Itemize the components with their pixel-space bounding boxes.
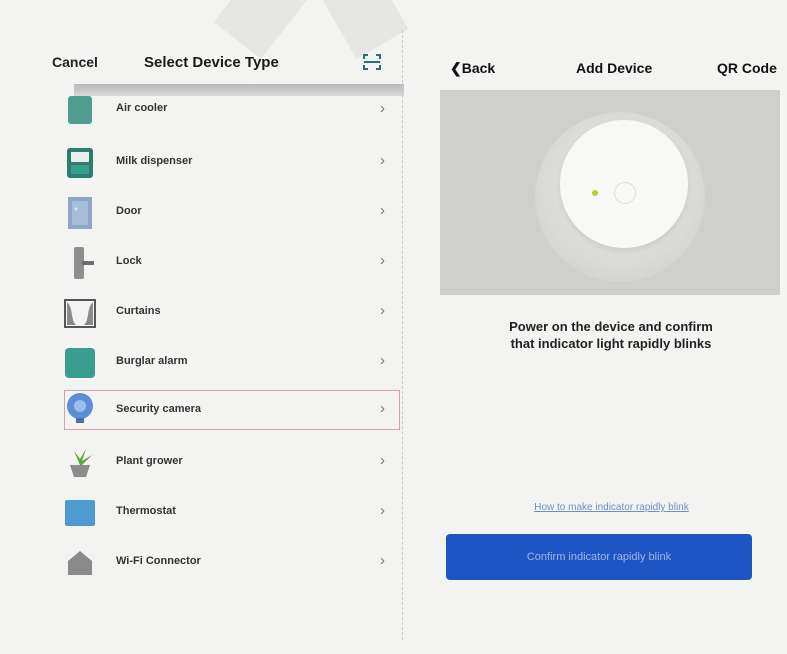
add-device-screen: ❮Back Add Device QR Code Power on the de…: [436, 40, 787, 640]
list-item[interactable]: Plant grower ›: [58, 438, 402, 488]
device-type-list: Air cooler › Milk dispenser › Door › Loc…: [58, 96, 402, 588]
plant-grower-icon: [70, 449, 92, 477]
list-item-label: Plant grower: [116, 455, 183, 467]
security-camera-icon: [67, 393, 93, 423]
confirm-button[interactable]: Confirm indicator rapidly blink: [446, 534, 752, 580]
chevron-right-icon: ›: [380, 352, 385, 369]
list-item-label: Thermostat: [116, 505, 176, 517]
list-item-label: Security camera: [116, 403, 201, 415]
list-item[interactable]: Door ›: [58, 188, 402, 238]
curtains-icon: [64, 299, 96, 328]
lock-icon: [74, 247, 94, 279]
list-item[interactable]: Thermostat ›: [58, 488, 402, 538]
chevron-right-icon: ›: [380, 452, 385, 469]
wifi-connector-icon: [68, 551, 92, 575]
chevron-right-icon: ›: [380, 302, 385, 319]
list-item-label: Burglar alarm: [116, 355, 188, 367]
burglar-alarm-icon: [65, 348, 95, 378]
help-link[interactable]: How to make indicator rapidly blink: [436, 502, 787, 513]
left-top-bar: Cancel Select Device Type: [44, 40, 402, 80]
door-icon: [68, 197, 92, 229]
cancel-button[interactable]: Cancel: [52, 54, 98, 70]
panel-divider: [402, 30, 403, 640]
page-title: Select Device Type: [144, 54, 279, 71]
back-label: Back: [461, 60, 496, 76]
chevron-right-icon: ›: [380, 552, 385, 569]
chevron-right-icon: ›: [380, 252, 385, 269]
list-item[interactable]: Air cooler ›: [58, 96, 402, 138]
page-title: Add Device: [576, 60, 653, 76]
select-device-type-screen: Cancel Select Device Type Air cooler › M…: [44, 40, 404, 640]
list-item-label: Milk dispenser: [116, 155, 193, 167]
device-illustration: [440, 90, 780, 295]
list-item-selected[interactable]: Security camera ›: [58, 388, 402, 438]
list-item-label: Air cooler: [116, 102, 168, 114]
device-button-icon: [614, 182, 636, 204]
list-item-label: Wi-Fi Connector: [116, 555, 201, 567]
header-shadow-band: [74, 84, 404, 96]
qr-code-button[interactable]: QR Code: [717, 60, 777, 76]
list-item[interactable]: Wi-Fi Connector ›: [58, 538, 402, 588]
list-item[interactable]: Curtains ›: [58, 288, 402, 338]
milk-dispenser-icon: [67, 148, 93, 178]
air-cooler-icon: [68, 96, 92, 124]
device-image: [560, 120, 688, 248]
chevron-right-icon: ›: [380, 152, 385, 169]
chevron-right-icon: ›: [380, 202, 385, 219]
selection-highlight: [64, 390, 400, 430]
chevron-right-icon: ›: [380, 502, 385, 519]
indicator-light-icon: [592, 190, 598, 196]
thermostat-icon: [65, 500, 95, 526]
list-item[interactable]: Lock ›: [58, 238, 402, 288]
back-button[interactable]: ❮Back: [450, 60, 495, 77]
instruction-line: that indicator light rapidly blinks: [510, 336, 712, 351]
list-item-label: Lock: [116, 255, 142, 267]
instruction-line: Power on the device and confirm: [509, 319, 713, 334]
chevron-right-icon: ›: [380, 400, 385, 417]
list-item-label: Door: [116, 205, 142, 217]
scan-icon[interactable]: [362, 52, 382, 72]
list-item[interactable]: Burglar alarm ›: [58, 338, 402, 388]
list-item-label: Curtains: [116, 305, 161, 317]
list-item[interactable]: Milk dispenser ›: [58, 138, 402, 188]
chevron-left-icon: ❮: [450, 60, 462, 76]
instruction-text: Power on the device and confirm that ind…: [446, 318, 776, 352]
chevron-right-icon: ›: [380, 100, 385, 117]
